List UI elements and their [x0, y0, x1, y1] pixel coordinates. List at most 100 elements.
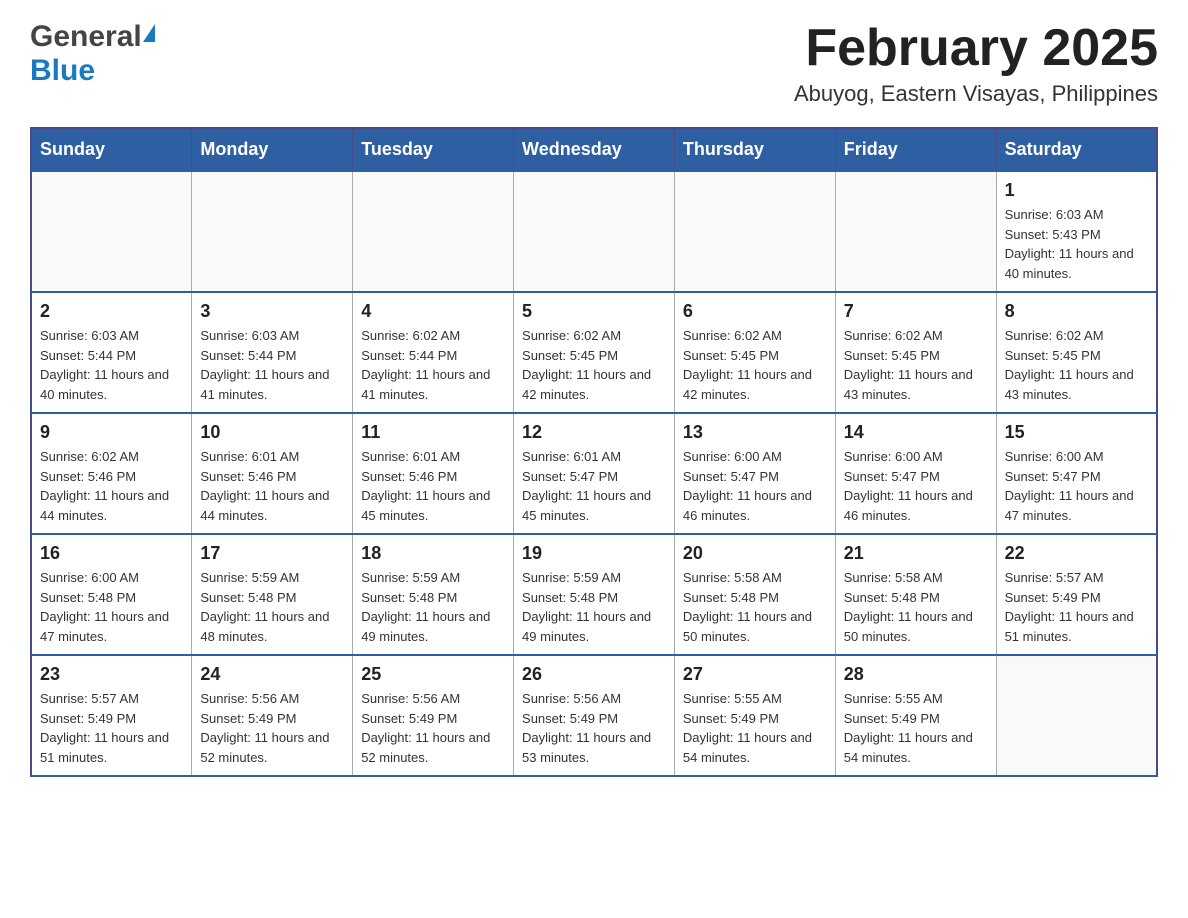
calendar-cell: 23Sunrise: 5:57 AMSunset: 5:49 PMDayligh…	[31, 655, 192, 776]
day-number: 21	[844, 543, 988, 564]
calendar-week-row: 23Sunrise: 5:57 AMSunset: 5:49 PMDayligh…	[31, 655, 1157, 776]
day-info: Sunrise: 5:57 AMSunset: 5:49 PMDaylight:…	[1005, 568, 1148, 646]
day-number: 15	[1005, 422, 1148, 443]
day-number: 8	[1005, 301, 1148, 322]
calendar-cell: 15 Sunrise: 6:00 AMSunset: 5:47 PMDayligh…	[996, 413, 1157, 534]
calendar-cell	[674, 171, 835, 292]
day-info: Sunrise: 6:02 AMSunset: 5:44 PMDaylight:…	[361, 326, 505, 404]
calendar-cell: 9Sunrise: 6:02 AMSunset: 5:46 PMDaylight…	[31, 413, 192, 534]
day-number: 22	[1005, 543, 1148, 564]
day-number: 17	[200, 543, 344, 564]
logo-arrow-icon	[143, 24, 155, 42]
calendar-cell: 27 Sunrise: 5:55 AMSunset: 5:49 PMDayligh…	[674, 655, 835, 776]
calendar-cell: 19 Sunrise: 5:59 AMSunset: 5:48 PMDayligh…	[514, 534, 675, 655]
day-number: 16	[40, 543, 183, 564]
day-number: 11	[361, 422, 505, 443]
day-number: 28	[844, 664, 988, 685]
calendar-cell: 24 Sunrise: 5:56 AMSunset: 5:49 PMDayligh…	[192, 655, 353, 776]
calendar-cell: 1 Sunrise: 6:03 AMSunset: 5:43 PMDaylight…	[996, 171, 1157, 292]
day-info: Sunrise: 6:02 AMSunset: 5:45 PMDaylight:…	[1005, 326, 1148, 404]
day-info: Sunrise: 6:02 AMSunset: 5:45 PMDaylight:…	[522, 326, 666, 404]
calendar-week-row: 16Sunrise: 6:00 AMSunset: 5:48 PMDayligh…	[31, 534, 1157, 655]
title-section: February 2025 Abuyog, Eastern Visayas, P…	[794, 20, 1158, 107]
day-info: Sunrise: 5:56 AMSunset: 5:49 PMDaylight:…	[200, 689, 344, 767]
logo-blue-text: Blue	[30, 54, 95, 88]
calendar-cell: 5Sunrise: 6:02 AMSunset: 5:45 PMDaylight…	[514, 292, 675, 413]
calendar-cell: 14Sunrise: 6:00 AMSunset: 5:47 PMDayligh…	[835, 413, 996, 534]
weekday-header-monday: Monday	[192, 128, 353, 171]
day-info: Sunrise: 5:59 AMSunset: 5:48 PMDaylight:…	[361, 568, 505, 646]
weekday-header-saturday: Saturday	[996, 128, 1157, 171]
calendar-cell: 17 Sunrise: 5:59 AMSunset: 5:48 PMDayligh…	[192, 534, 353, 655]
weekday-header-wednesday: Wednesday	[514, 128, 675, 171]
calendar-cell: 26 Sunrise: 5:56 AMSunset: 5:49 PMDayligh…	[514, 655, 675, 776]
day-number: 12	[522, 422, 666, 443]
calendar-cell: 18Sunrise: 5:59 AMSunset: 5:48 PMDayligh…	[353, 534, 514, 655]
calendar-cell: 8 Sunrise: 6:02 AMSunset: 5:45 PMDaylight…	[996, 292, 1157, 413]
calendar-cell: 13 Sunrise: 6:00 AMSunset: 5:47 PMDayligh…	[674, 413, 835, 534]
calendar-cell	[514, 171, 675, 292]
calendar-body: 1 Sunrise: 6:03 AMSunset: 5:43 PMDaylight…	[31, 171, 1157, 776]
day-info: Sunrise: 6:02 AMSunset: 5:46 PMDaylight:…	[40, 447, 183, 525]
calendar-cell	[192, 171, 353, 292]
day-info: Sunrise: 5:56 AMSunset: 5:49 PMDaylight:…	[361, 689, 505, 767]
logo: General Blue	[30, 20, 155, 88]
day-info: Sunrise: 6:00 AMSunset: 5:47 PMDaylight:…	[683, 447, 827, 525]
calendar-week-row: 1 Sunrise: 6:03 AMSunset: 5:43 PMDaylight…	[31, 171, 1157, 292]
calendar-cell: 6 Sunrise: 6:02 AMSunset: 5:45 PMDaylight…	[674, 292, 835, 413]
day-info: Sunrise: 6:02 AMSunset: 5:45 PMDaylight:…	[844, 326, 988, 404]
day-info: Sunrise: 6:03 AMSunset: 5:44 PMDaylight:…	[40, 326, 183, 404]
day-number: 20	[683, 543, 827, 564]
calendar-cell: 28 Sunrise: 5:55 AMSunset: 5:49 PMDayligh…	[835, 655, 996, 776]
day-number: 26	[522, 664, 666, 685]
day-number: 13	[683, 422, 827, 443]
calendar-cell: 12 Sunrise: 6:01 AMSunset: 5:47 PMDayligh…	[514, 413, 675, 534]
location-label: Abuyog, Eastern Visayas, Philippines	[794, 81, 1158, 107]
calendar-cell: 22 Sunrise: 5:57 AMSunset: 5:49 PMDayligh…	[996, 534, 1157, 655]
day-info: Sunrise: 5:59 AMSunset: 5:48 PMDaylight:…	[200, 568, 344, 646]
month-title: February 2025	[794, 20, 1158, 77]
weekday-header-thursday: Thursday	[674, 128, 835, 171]
day-number: 2	[40, 301, 183, 322]
day-number: 24	[200, 664, 344, 685]
day-info: Sunrise: 6:03 AMSunset: 5:44 PMDaylight:…	[200, 326, 344, 404]
day-number: 14	[844, 422, 988, 443]
day-info: Sunrise: 6:02 AMSunset: 5:45 PMDaylight:…	[683, 326, 827, 404]
calendar-cell	[835, 171, 996, 292]
calendar-cell: 16Sunrise: 6:00 AMSunset: 5:48 PMDayligh…	[31, 534, 192, 655]
day-info: Sunrise: 5:58 AMSunset: 5:48 PMDaylight:…	[683, 568, 827, 646]
day-number: 25	[361, 664, 505, 685]
calendar-cell: 11Sunrise: 6:01 AMSunset: 5:46 PMDayligh…	[353, 413, 514, 534]
calendar-cell	[353, 171, 514, 292]
calendar-cell: 3Sunrise: 6:03 AMSunset: 5:44 PMDaylight…	[192, 292, 353, 413]
day-info: Sunrise: 6:03 AMSunset: 5:43 PMDaylight:…	[1005, 205, 1148, 283]
calendar-cell: 21 Sunrise: 5:58 AMSunset: 5:48 PMDayligh…	[835, 534, 996, 655]
day-number: 27	[683, 664, 827, 685]
day-info: Sunrise: 6:01 AMSunset: 5:46 PMDaylight:…	[200, 447, 344, 525]
day-info: Sunrise: 5:55 AMSunset: 5:49 PMDaylight:…	[844, 689, 988, 767]
day-info: Sunrise: 5:55 AMSunset: 5:49 PMDaylight:…	[683, 689, 827, 767]
day-number: 6	[683, 301, 827, 322]
day-number: 19	[522, 543, 666, 564]
calendar-cell	[31, 171, 192, 292]
calendar-cell: 10Sunrise: 6:01 AMSunset: 5:46 PMDayligh…	[192, 413, 353, 534]
day-info: Sunrise: 5:57 AMSunset: 5:49 PMDaylight:…	[40, 689, 183, 767]
day-info: Sunrise: 6:00 AMSunset: 5:47 PMDaylight:…	[1005, 447, 1148, 525]
logo-general-text: General	[30, 20, 142, 54]
page-header: General Blue February 2025 Abuyog, Easte…	[30, 20, 1158, 107]
day-info: Sunrise: 5:56 AMSunset: 5:49 PMDaylight:…	[522, 689, 666, 767]
calendar-cell	[996, 655, 1157, 776]
calendar-header: SundayMondayTuesdayWednesdayThursdayFrid…	[31, 128, 1157, 171]
day-info: Sunrise: 5:58 AMSunset: 5:48 PMDaylight:…	[844, 568, 988, 646]
weekday-header-sunday: Sunday	[31, 128, 192, 171]
calendar-cell: 2 Sunrise: 6:03 AMSunset: 5:44 PMDaylight…	[31, 292, 192, 413]
day-info: Sunrise: 5:59 AMSunset: 5:48 PMDaylight:…	[522, 568, 666, 646]
calendar-cell: 25 Sunrise: 5:56 AMSunset: 5:49 PMDayligh…	[353, 655, 514, 776]
calendar-cell: 20 Sunrise: 5:58 AMSunset: 5:48 PMDayligh…	[674, 534, 835, 655]
day-number: 7	[844, 301, 988, 322]
day-number: 1	[1005, 180, 1148, 201]
calendar-cell: 4 Sunrise: 6:02 AMSunset: 5:44 PMDaylight…	[353, 292, 514, 413]
weekday-header-tuesday: Tuesday	[353, 128, 514, 171]
day-info: Sunrise: 6:01 AMSunset: 5:47 PMDaylight:…	[522, 447, 666, 525]
day-number: 4	[361, 301, 505, 322]
